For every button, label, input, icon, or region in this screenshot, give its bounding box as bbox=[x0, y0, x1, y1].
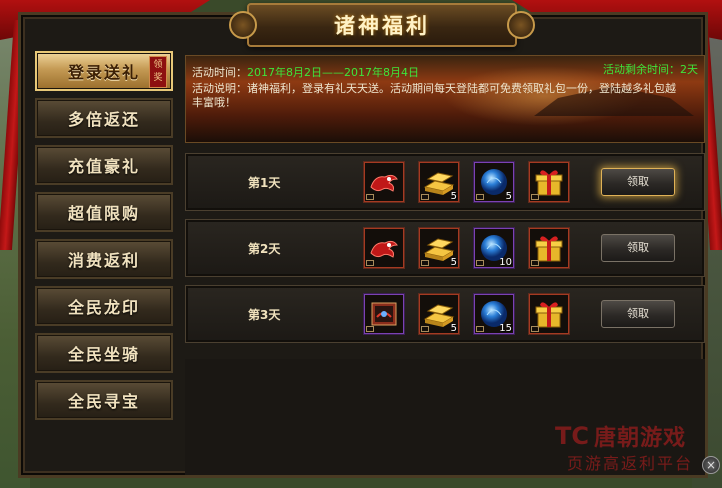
reward-slot[interactable]: 5 bbox=[418, 227, 460, 269]
item-count: 5 bbox=[450, 257, 457, 268]
activity-banner: 活动时间：2017年8月2日——2017年8月4日 活动剩余时间：2天 活动说明… bbox=[185, 55, 705, 143]
tab-spending-rebate[interactable]: 消费返利 bbox=[35, 239, 173, 279]
item-count: 15 bbox=[499, 323, 512, 334]
tab-dragon-seal[interactable]: 全民龙印 bbox=[35, 286, 173, 326]
bound-mark bbox=[531, 194, 539, 200]
tab-label: 全民寻宝 bbox=[67, 392, 140, 411]
claim-badge: 领奖 bbox=[149, 56, 167, 88]
reward-slot[interactable]: 5 bbox=[418, 161, 460, 203]
item-count: 5 bbox=[450, 191, 457, 202]
day-label: 第2天 bbox=[248, 242, 281, 256]
remaining-time-value: 2天 bbox=[680, 63, 698, 76]
bound-mark bbox=[421, 260, 429, 266]
title-plate: 诸神福利 bbox=[229, 3, 535, 47]
reward-slot[interactable]: 15 bbox=[473, 293, 515, 335]
close-icon[interactable]: × bbox=[702, 456, 720, 474]
tab-label: 充值豪礼 bbox=[67, 157, 140, 176]
reward-slot[interactable] bbox=[363, 227, 405, 269]
tab-treasure-hunt[interactable]: 全民寻宝 bbox=[35, 380, 173, 420]
activity-description: 活动说明：诸神福利，登录有礼天天送。活动期间每天登陆都可免费领取礼包一份，登陆越… bbox=[192, 82, 676, 109]
reward-slot[interactable]: 5 bbox=[418, 293, 460, 335]
item-count: 10 bbox=[499, 257, 512, 268]
tab-label: 登录送礼 bbox=[67, 63, 140, 82]
tab-mount[interactable]: 全民坐骑 bbox=[35, 333, 173, 373]
day-label: 第3天 bbox=[248, 308, 281, 322]
watermark-logo: TC bbox=[555, 422, 589, 450]
bound-mark bbox=[366, 194, 374, 200]
activity-time: 活动时间：2017年8月2日——2017年8月4日 bbox=[192, 64, 419, 80]
tab-label: 多倍返还 bbox=[67, 110, 140, 129]
site-watermark: TC 唐朝游戏 页游高返利平台 bbox=[555, 420, 691, 473]
claim-button[interactable]: 领取 bbox=[601, 300, 675, 328]
tab-label: 消费返利 bbox=[67, 251, 140, 270]
claim-button[interactable]: 领取 bbox=[601, 168, 675, 196]
reward-slot[interactable] bbox=[363, 293, 405, 335]
item-count: 5 bbox=[450, 323, 457, 334]
watermark-name: 唐朝游戏 bbox=[594, 426, 687, 451]
bound-mark bbox=[476, 326, 484, 332]
day-label: 第1天 bbox=[248, 176, 281, 190]
tab-label: 全民龙印 bbox=[67, 298, 140, 317]
reward-slot[interactable] bbox=[528, 227, 570, 269]
bound-mark bbox=[476, 194, 484, 200]
reward-slot[interactable]: 5 bbox=[473, 161, 515, 203]
bound-mark bbox=[366, 326, 374, 332]
activity-sidebar: 登录送礼 领奖 多倍返还 充值豪礼 超值限购 消费返利 全民龙印 全民坐骑 全民… bbox=[35, 51, 180, 427]
reward-items: 5 10 bbox=[363, 227, 583, 269]
window-title: 诸神福利 bbox=[334, 14, 430, 38]
tab-recharge-gift[interactable]: 充值豪礼 bbox=[35, 145, 173, 185]
remaining-time: 活动剩余时间：2天 bbox=[603, 61, 698, 77]
welfare-window: 诸神福利 登录送礼 领奖 多倍返还 充值豪礼 超值限购 消费返利 全民龙印 全民… bbox=[18, 3, 708, 478]
bound-mark bbox=[421, 194, 429, 200]
bound-mark bbox=[421, 326, 429, 332]
tab-limited-purchase[interactable]: 超值限购 bbox=[35, 192, 173, 232]
reward-row-day3: 第3天 5 15 领取 bbox=[185, 285, 705, 343]
reward-slot[interactable]: 10 bbox=[473, 227, 515, 269]
bound-mark bbox=[531, 260, 539, 266]
reward-slot[interactable] bbox=[363, 161, 405, 203]
remaining-time-label: 活动剩余时间： bbox=[603, 63, 680, 76]
reward-row-day2: 第2天 5 10 领取 bbox=[185, 219, 705, 277]
activity-time-value: 2017年8月2日——2017年8月4日 bbox=[247, 66, 419, 79]
claim-button[interactable]: 领取 bbox=[601, 234, 675, 262]
tab-label: 全民坐骑 bbox=[67, 345, 140, 364]
tab-multiple-return[interactable]: 多倍返还 bbox=[35, 98, 173, 138]
item-count: 5 bbox=[505, 191, 512, 202]
bound-mark bbox=[476, 260, 484, 266]
reward-items: 5 5 bbox=[363, 161, 583, 203]
watermark-subtitle: 页游高返利平台 bbox=[567, 454, 694, 473]
activity-time-label: 活动时间： bbox=[192, 66, 247, 79]
bound-mark bbox=[531, 326, 539, 332]
reward-row-day1: 第1天 5 5 领取 bbox=[185, 153, 705, 211]
bound-mark bbox=[366, 260, 374, 266]
reward-items: 5 15 bbox=[363, 293, 583, 335]
reward-slot[interactable] bbox=[528, 161, 570, 203]
tab-login-gift[interactable]: 登录送礼 领奖 bbox=[35, 51, 173, 91]
reward-slot[interactable] bbox=[528, 293, 570, 335]
tab-label: 超值限购 bbox=[67, 204, 140, 223]
